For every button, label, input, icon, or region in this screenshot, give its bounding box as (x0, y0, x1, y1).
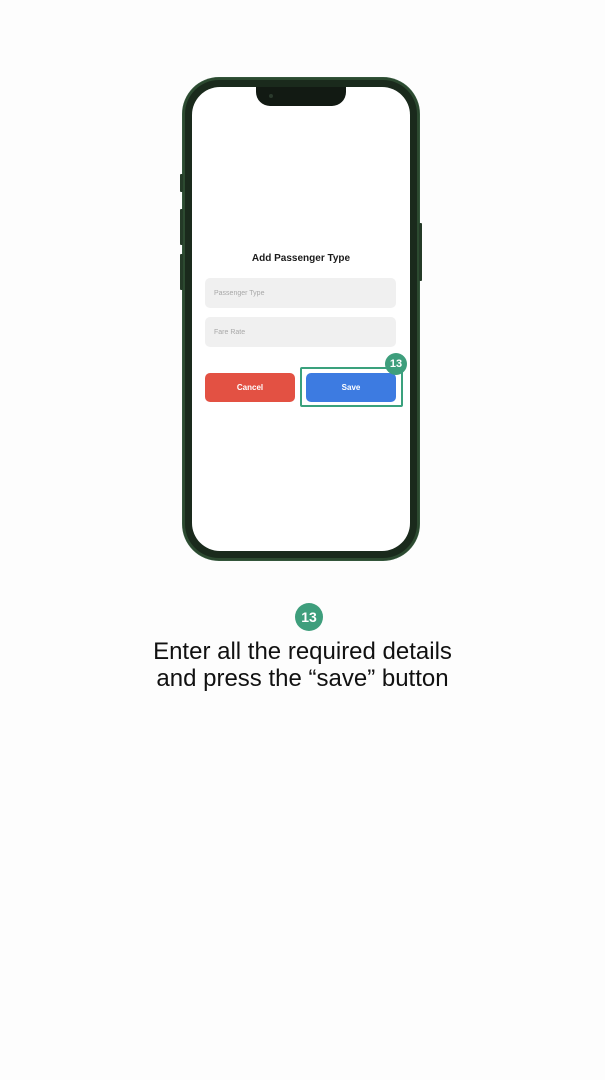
phone-volume-down-button (180, 254, 183, 290)
passenger-type-input[interactable] (205, 278, 396, 308)
front-camera-icon (269, 94, 273, 98)
phone-screen: Add Passenger Type Cancel Save (192, 87, 410, 551)
instruction-line-1: Enter all the required details (153, 638, 452, 665)
step-instruction: Enter all the required details and press… (0, 638, 605, 692)
phone-action-button (180, 174, 183, 192)
step-badge-icon: 13 (385, 353, 407, 375)
cancel-button[interactable]: Cancel (205, 373, 295, 402)
dialog-title: Add Passenger Type (251, 253, 351, 264)
fare-rate-input[interactable] (205, 317, 396, 347)
save-button-highlight (300, 367, 403, 407)
phone-frame: Add Passenger Type Cancel Save (180, 78, 422, 560)
step-number-badge: 13 (295, 603, 323, 631)
phone-volume-up-button (180, 209, 183, 245)
phone-power-button (419, 223, 422, 281)
instruction-line-2: and press the “save” button (156, 665, 449, 692)
